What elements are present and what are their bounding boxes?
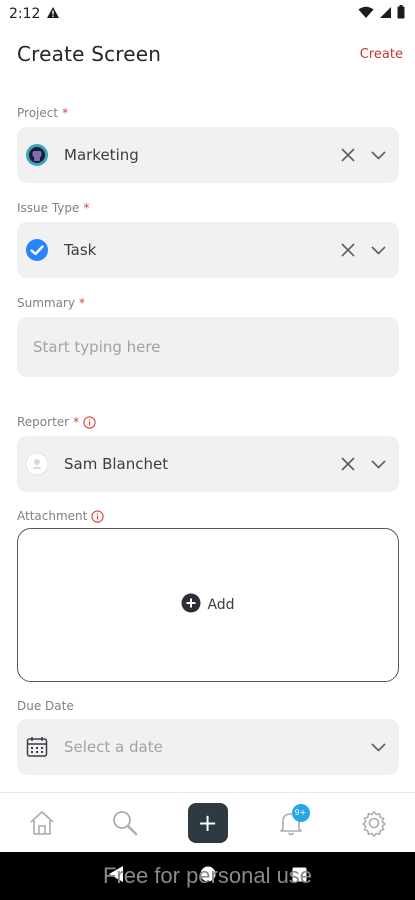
info-icon[interactable] [91,509,105,523]
warning-icon [46,6,60,23]
due-date-label: Due Date [17,699,74,713]
reporter-actions [339,455,387,473]
info-icon[interactable] [83,415,96,429]
due-date-label-text: Due Date [17,699,74,713]
reporter-label-text: Reporter [17,415,70,429]
project-label-text: Project [17,106,59,120]
summary-placeholder: Start typing here [33,338,161,356]
reporter-label: Reporter * [17,415,96,429]
issue-type-label-text: Issue Type [17,201,80,215]
calendar-icon [25,735,49,759]
required-mark: * [79,296,85,310]
attachment-label: Attachment [17,509,105,523]
wifi-icon [358,6,374,23]
home-icon[interactable] [21,802,63,844]
status-right [358,5,405,23]
issue-type-actions [339,241,387,259]
project-avatar-icon [25,143,49,167]
project-select[interactable]: Marketing [17,127,399,183]
project-actions [339,146,387,164]
add-circle-icon[interactable] [181,593,201,617]
required-mark: * [73,415,80,429]
due-date-actions [369,738,387,756]
issue-type-label: Issue Type * [17,201,89,215]
create-button[interactable]: Create [360,47,403,62]
bottom-nav: + 9+ [0,792,415,852]
battery-icon [397,5,405,23]
chevron-down-icon[interactable] [369,146,387,164]
bell-icon[interactable]: 9+ [270,802,312,844]
page-title: Create Screen [17,42,162,66]
header: Create Screen Create [0,38,415,70]
required-mark: * [62,106,69,120]
required-mark: * [83,201,90,215]
status-bar: 2:12 [0,0,415,28]
project-label: Project * [17,106,68,120]
add-attachment-label[interactable]: Add [207,597,234,613]
reporter-value: Sam Blanchet [64,455,169,473]
summary-label: Summary * [17,296,85,310]
issue-type-value: Task [64,241,97,259]
chevron-down-icon[interactable] [369,455,387,473]
chevron-down-icon[interactable] [369,241,387,259]
system-nav-bar: Free for personal use [0,852,415,900]
watermark-text: Free for personal use [102,863,313,888]
notification-badge: 9+ [291,803,310,822]
status-time: 2:12 [9,6,41,22]
reporter-select[interactable]: Sam Blanchet [17,436,399,492]
issue-type-select[interactable]: Task [17,222,399,278]
gear-icon[interactable] [353,802,395,844]
due-date-picker[interactable]: Select a date [17,719,399,775]
summary-input[interactable]: Start typing here [17,317,399,377]
summary-label-text: Summary [17,296,75,310]
close-icon[interactable] [339,455,357,473]
close-icon[interactable] [339,241,357,259]
task-check-icon [25,238,49,262]
status-left: 2:12 [9,6,60,23]
attachment-dropzone[interactable]: Add [17,528,399,682]
search-icon[interactable] [104,802,146,844]
signal-icon [379,6,392,23]
due-date-placeholder: Select a date [64,738,163,756]
user-avatar-icon [25,452,49,476]
project-value: Marketing [64,146,139,164]
close-icon[interactable] [339,146,357,164]
chevron-down-icon[interactable] [369,738,387,756]
plus-icon[interactable]: + [187,802,228,843]
create-nav-button[interactable]: + [187,802,229,844]
attachment-label-text: Attachment [17,509,88,523]
